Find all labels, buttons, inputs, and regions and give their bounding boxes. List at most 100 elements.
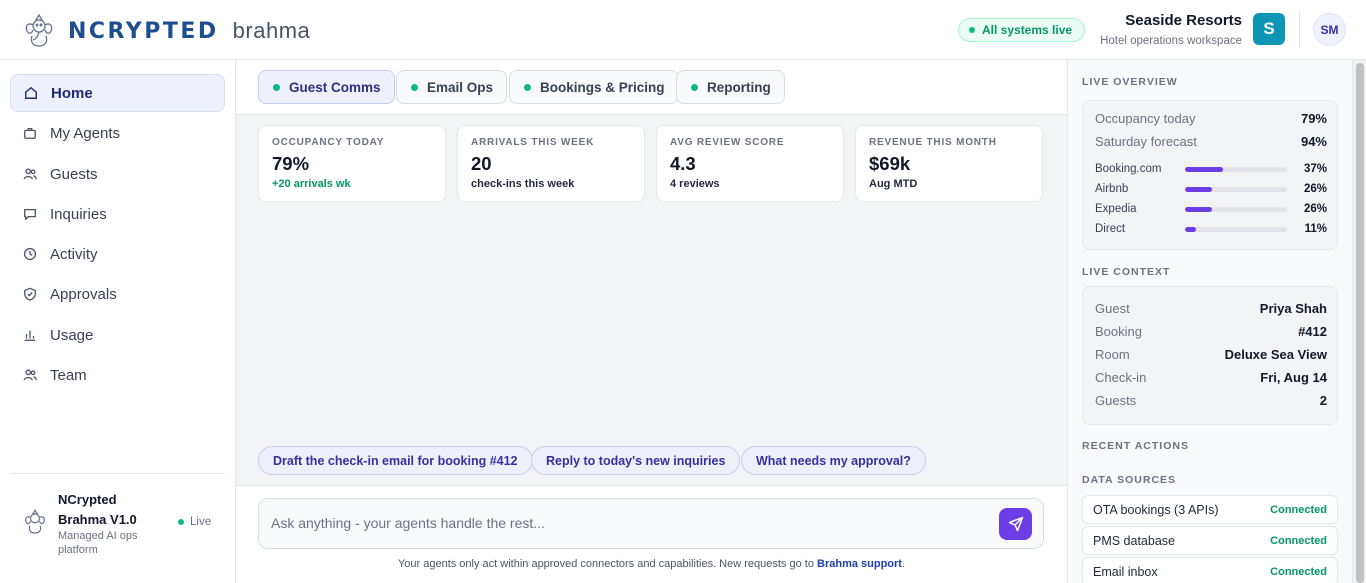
context-key: Check-in (1095, 370, 1147, 385)
platform-subtitle: Managed AI ops platform (58, 530, 138, 556)
sidebar-footer: NCrypted Brahma V1.0 Managed AI ops plat… (10, 473, 225, 583)
data-source-item[interactable]: OTA bookings (3 APIs) Connected (1082, 495, 1338, 524)
live-overview-title: LIVE OVERVIEW (1082, 76, 1178, 88)
context-key: Guest (1095, 301, 1130, 316)
ganesha-logo-icon (25, 13, 53, 47)
tab-email-ops[interactable]: Email Ops (396, 70, 508, 104)
kpi-label: AVG REVIEW SCORE (670, 137, 785, 148)
sidebar-item-home[interactable]: Home (10, 74, 225, 112)
sidebar-item-label: Activity (50, 245, 98, 263)
tab-bookings-pricing[interactable]: Bookings & Pricing (509, 70, 679, 104)
user-avatar[interactable]: SM (1313, 13, 1346, 46)
overview-value: 94% (1300, 134, 1327, 149)
status-dot-icon (969, 27, 975, 33)
channel-bar-row: Expedia 26% (1095, 202, 1327, 216)
sidebar-item-usage[interactable]: Usage (10, 316, 225, 354)
data-source-name: PMS database (1093, 533, 1175, 548)
data-source-name: Email inbox (1093, 564, 1158, 579)
channel-bar-row: Airbnb 26% (1095, 182, 1327, 196)
kpi-card-arrivals: ARRIVALS THIS WEEK 20 check-ins this wee… (457, 125, 645, 202)
kpi-value: 20 (471, 153, 492, 174)
channel-bar-track (1185, 186, 1287, 192)
context-row: Room Deluxe Sea View (1095, 347, 1327, 362)
sidebar-item-activity[interactable]: Activity (10, 235, 225, 273)
channel-bar-fill (1185, 206, 1212, 212)
briefcase-icon (23, 126, 37, 140)
sidebar-item-label: Approvals (50, 285, 117, 303)
send-button[interactable] (999, 508, 1032, 540)
kpi-card-revenue: REVENUE THIS MONTH $69k Aug MTD (855, 125, 1043, 202)
tab-reporting[interactable]: Reporting (676, 70, 785, 104)
context-value: #412 (1298, 324, 1327, 339)
ganesha-logo-icon (25, 509, 45, 534)
sidebar-item-label: Usage (50, 326, 94, 344)
sidebar-item-approvals[interactable]: Approvals (10, 275, 225, 313)
data-source-item[interactable]: Email inbox Connected (1082, 557, 1338, 583)
data-sources-title: DATA SOURCES (1082, 474, 1177, 486)
workspace-info[interactable]: Seaside Resorts Hotel operations workspa… (1100, 12, 1242, 47)
send-icon (1008, 516, 1023, 532)
workspace-avatar[interactable]: S (1253, 13, 1285, 45)
sidebar-item-my-agents[interactable]: My Agents (10, 114, 225, 152)
kpi-card-review-score: AVG REVIEW SCORE 4.3 4 reviews (656, 125, 844, 202)
workspace-name: Seaside Resorts (1125, 12, 1242, 29)
context-key: Room (1095, 347, 1130, 362)
brahma-support-link[interactable]: Brahma support (817, 558, 902, 570)
suggestion-chip-reply-inquiries[interactable]: Reply to today's new inquiries (531, 446, 741, 475)
right-panel-scrollbar[interactable] (1352, 60, 1366, 583)
kpi-label: REVENUE THIS MONTH (869, 137, 997, 148)
tab-status-dot-icon (524, 83, 531, 91)
tab-label: Bookings & Pricing (540, 79, 665, 95)
sidebar-item-inquiries[interactable]: Inquiries (10, 195, 225, 233)
scrollbar-thumb[interactable] (1356, 63, 1364, 583)
brand-product: brahma (232, 18, 311, 43)
overview-row: Saturday forecast 94% (1095, 134, 1327, 149)
overview-key: Occupancy today (1095, 111, 1196, 126)
channel-bar-row: Booking.com 37% (1095, 162, 1327, 176)
context-key: Booking (1095, 324, 1142, 339)
channel-name: Expedia (1095, 203, 1137, 215)
sidebar-item-team[interactable]: Team (10, 356, 225, 394)
workspace-subtitle: Hotel operations workspace (1100, 35, 1242, 47)
channel-percent: 26% (1303, 203, 1327, 215)
suggestion-chip-approvals[interactable]: What needs my approval? (741, 446, 926, 475)
bar-chart-icon (23, 328, 37, 342)
agent-tabs: Guest Comms Email Ops Bookings & Pricing… (236, 60, 1067, 115)
recent-actions-title: RECENT ACTIONS (1082, 440, 1189, 452)
brand-logo-link[interactable]: NCRYPTED brahma (20, 12, 310, 50)
kpi-label: ARRIVALS THIS WEEK (471, 137, 595, 148)
sidebar-item-label: Team (50, 366, 87, 384)
channel-name: Direct (1095, 223, 1126, 235)
live-context-card: Guest Priya Shah Booking #412 Room Delux… (1082, 286, 1338, 425)
platform-name: NCrypted Brahma V1.0 (58, 492, 137, 527)
context-row: Guests 2 (1095, 393, 1327, 408)
overview-row: Occupancy today 79% (1095, 111, 1327, 126)
main-content: Guest Comms Email Ops Bookings & Pricing… (236, 60, 1067, 583)
data-source-status: Connected (1270, 534, 1327, 547)
live-overview-card: Occupancy today 79% Saturday forecast 94… (1082, 100, 1338, 250)
channel-percent: 37% (1303, 163, 1327, 175)
chat-input[interactable] (271, 515, 971, 531)
sidebar-item-guests[interactable]: Guests (10, 155, 225, 193)
system-status-badge: All systems live (958, 18, 1086, 42)
channel-bar-fill (1185, 166, 1223, 172)
overview-value: 79% (1300, 111, 1327, 126)
tab-status-dot-icon (691, 83, 698, 91)
sidebar-item-label: Guests (50, 165, 98, 183)
tab-label: Email Ops (427, 79, 494, 95)
channel-name: Booking.com (1095, 163, 1162, 175)
suggestion-chip-checkin-email[interactable]: Draft the check-in email for booking #41… (258, 446, 533, 475)
context-row: Guest Priya Shah (1095, 301, 1327, 316)
sidebar: Home My Agents Guests Inquiries Activity… (0, 60, 236, 583)
tab-label: Reporting (707, 79, 771, 95)
channel-name: Airbnb (1095, 183, 1129, 195)
context-key: Guests (1095, 393, 1137, 408)
kpi-sub: check-ins this week (471, 178, 575, 190)
tab-status-dot-icon (411, 83, 418, 91)
data-source-item[interactable]: PMS database Connected (1082, 526, 1338, 555)
kpi-value: 79% (272, 153, 310, 174)
tab-guest-comms[interactable]: Guest Comms (258, 70, 395, 104)
platform-status: Live (178, 516, 211, 528)
channel-bar-track (1185, 226, 1287, 232)
channel-bar-fill (1185, 186, 1212, 192)
